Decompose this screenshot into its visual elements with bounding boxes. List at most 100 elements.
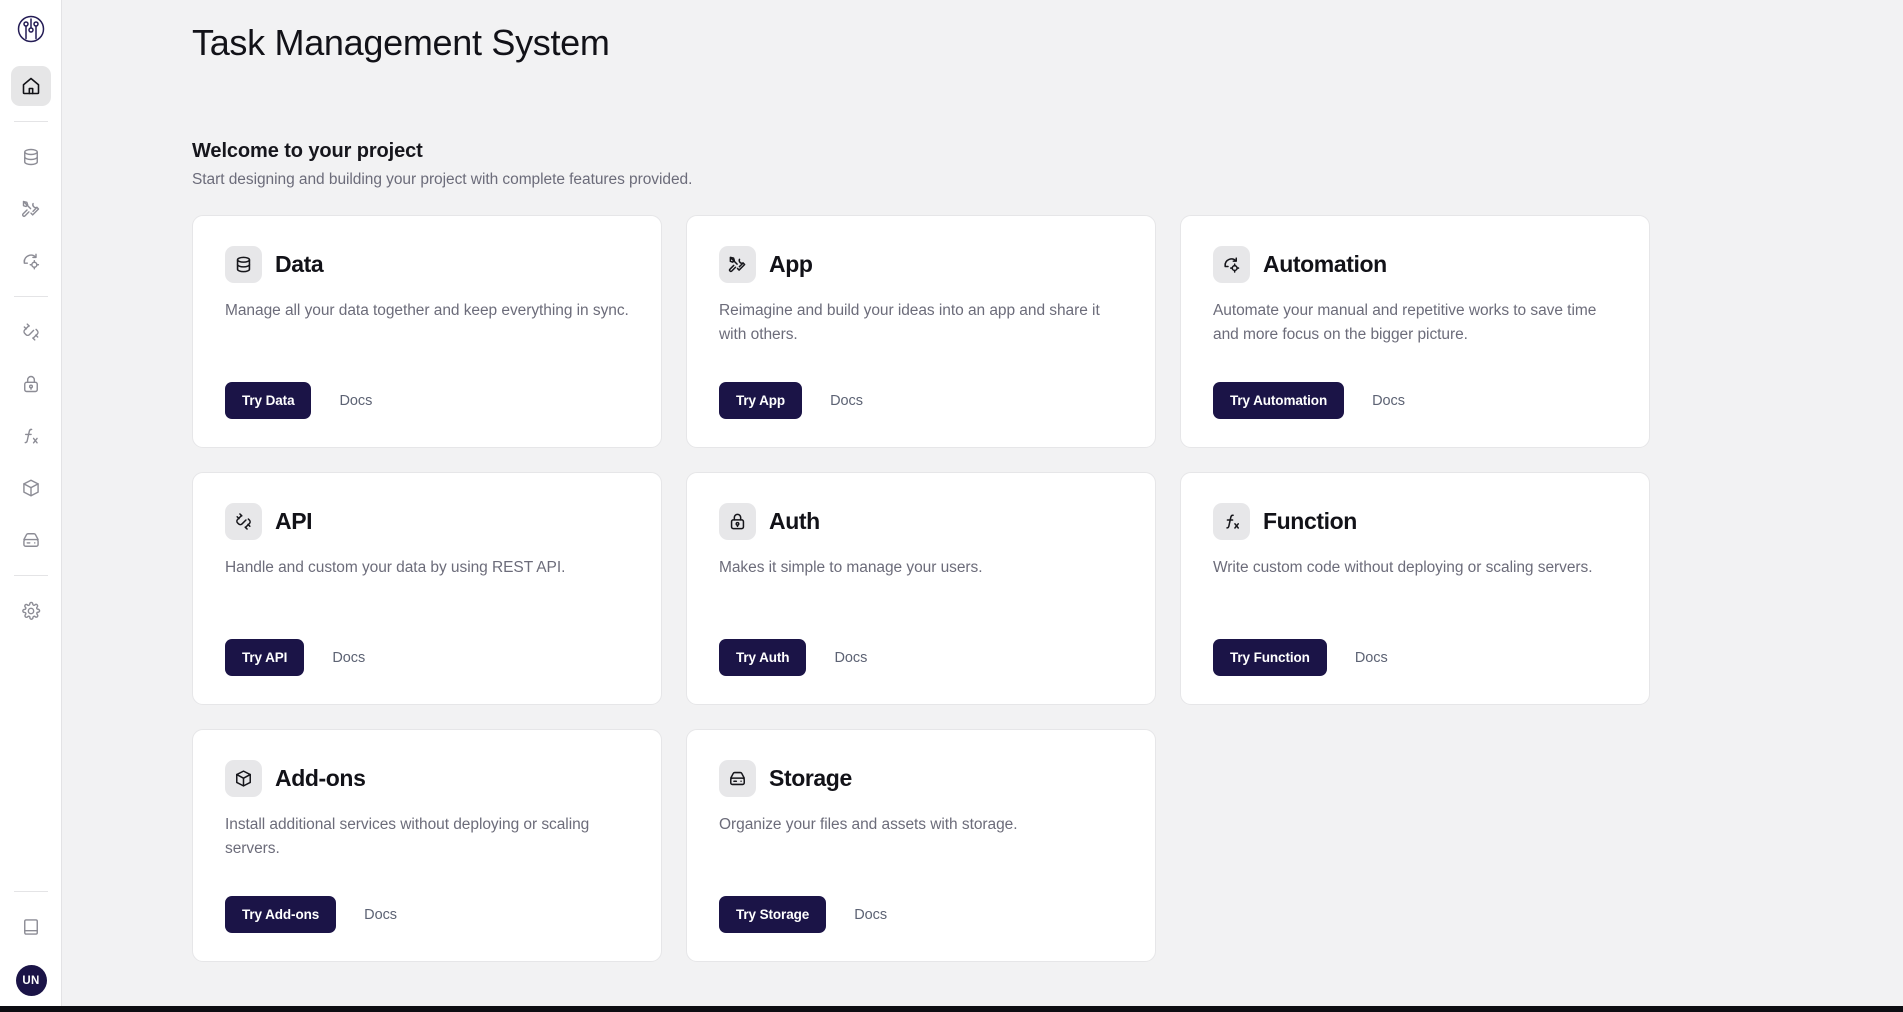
try-button[interactable]: Try Auth [719, 639, 807, 676]
docs-link[interactable]: Docs [339, 393, 372, 409]
card-title: Storage [769, 765, 852, 791]
feature-card: Auth Makes it simple to manage your user… [686, 472, 1156, 705]
try-button[interactable]: Try Function [1213, 639, 1327, 676]
card-actions: Try Add-ons Docs [225, 870, 629, 933]
docs-link[interactable]: Docs [854, 907, 887, 923]
avatar-initials: UN [22, 974, 40, 987]
sidebar-item-home[interactable] [10, 66, 51, 106]
sidebar-item-data[interactable] [11, 137, 51, 177]
box-icon [225, 760, 262, 797]
tools-icon [719, 246, 756, 283]
sidebar-item-settings[interactable] [11, 591, 51, 631]
card-header: Storage [719, 760, 1123, 797]
try-button[interactable]: Try App [719, 382, 803, 419]
drive-icon [21, 530, 41, 550]
card-actions: Try Storage Docs [719, 870, 1123, 933]
sidebar-item-storage[interactable] [11, 520, 51, 560]
try-button[interactable]: Try Add-ons [225, 896, 337, 933]
gear-icon [21, 601, 41, 621]
card-actions: Try Automation Docs [1213, 356, 1617, 419]
welcome-subtitle: Start designing and building your projec… [192, 171, 693, 188]
sidebar-item-docs[interactable] [11, 907, 51, 947]
function-icon [20, 426, 41, 447]
feature-card: Storage Organize your files and assets w… [686, 729, 1156, 962]
try-button[interactable]: Try API [225, 639, 305, 676]
docs-link[interactable]: Docs [332, 650, 365, 666]
card-title: Function [1263, 508, 1357, 534]
home-icon [21, 76, 41, 96]
sidebar-item-auth[interactable] [11, 364, 51, 404]
feature-card: Data Manage all your data together and k… [192, 215, 662, 448]
card-actions: Try API Docs [225, 613, 629, 676]
docs-link[interactable]: Docs [830, 393, 863, 409]
card-header: Automation [1213, 246, 1617, 283]
sidebar-item-function[interactable] [11, 416, 51, 456]
docs-link[interactable]: Docs [834, 650, 867, 666]
card-header: Data [225, 246, 629, 283]
main-area: Task Management System Welcome to your p… [62, 0, 1903, 1012]
sidebar-item-add-ons[interactable] [11, 468, 51, 508]
page-title: Task Management System [192, 22, 610, 63]
feature-card: Automation Automate your manual and repe… [1180, 215, 1650, 448]
try-button[interactable]: Try Storage [719, 896, 827, 933]
card-actions: Try Data Docs [225, 356, 629, 419]
sidebar-divider-4 [14, 891, 48, 892]
sidebar-item-api[interactable] [11, 312, 51, 352]
try-button[interactable]: Try Automation [1213, 382, 1345, 419]
card-description: Write custom code without deploying or s… [1213, 559, 1593, 576]
sidebar-item-app[interactable] [11, 189, 51, 229]
feature-card: Function Write custom code without deplo… [1180, 472, 1650, 705]
sidebar: UN [0, 0, 62, 1012]
sidebar-item-automation[interactable] [11, 241, 51, 281]
card-header: App [719, 246, 1123, 283]
book-icon [21, 917, 41, 937]
card-header: API [225, 503, 629, 540]
plug-icon [225, 503, 262, 540]
database-icon [21, 147, 41, 167]
content-wrapper: Welcome to your project Start designing … [192, 140, 1903, 962]
card-description: Handle and custom your data by using RES… [225, 559, 566, 576]
sidebar-divider-2 [13, 296, 48, 297]
card-description: Organize your files and assets with stor… [719, 816, 1018, 833]
card-description: Makes it simple to manage your users. [719, 559, 983, 576]
card-header: Add-ons [225, 760, 629, 797]
app-root: UN Task Management System Welcome to you… [0, 0, 1903, 1012]
automation-icon [21, 251, 41, 271]
card-header: Function [1213, 503, 1617, 540]
card-actions: Try Auth Docs [719, 613, 1123, 676]
window-bottom-strip [0, 1006, 1903, 1012]
welcome-heading: Welcome to your project [192, 140, 423, 162]
card-title: Add-ons [275, 765, 366, 791]
automation-icon [1213, 246, 1250, 283]
card-description: Reimagine and build your ideas into an a… [719, 302, 1100, 344]
feature-card: App Reimagine and build your ideas into … [686, 215, 1156, 448]
tools-icon [21, 199, 41, 219]
drive-icon [719, 760, 756, 797]
card-actions: Try Function Docs [1213, 613, 1617, 676]
feature-card: API Handle and custom your data by using… [192, 472, 662, 705]
try-button[interactable]: Try Data [225, 382, 312, 419]
circuit-logo[interactable] [14, 12, 48, 46]
card-title: API [275, 508, 313, 534]
card-title: App [769, 251, 813, 277]
database-icon [225, 246, 262, 283]
feature-card: Add-ons Install additional services with… [192, 729, 662, 962]
lock-icon [719, 503, 756, 540]
docs-link[interactable]: Docs [1372, 393, 1405, 409]
card-actions: Try App Docs [719, 356, 1123, 419]
card-title: Auth [769, 508, 820, 534]
docs-link[interactable]: Docs [1355, 650, 1388, 666]
docs-link[interactable]: Docs [364, 907, 397, 923]
function-icon [1213, 503, 1250, 540]
avatar[interactable]: UN [15, 965, 47, 996]
box-icon [21, 478, 41, 498]
plug-icon [21, 322, 41, 342]
card-title: Automation [1263, 251, 1387, 277]
card-header: Auth [719, 503, 1123, 540]
sidebar-divider-3 [13, 575, 48, 576]
card-description: Install additional services without depl… [225, 816, 590, 858]
sidebar-bottom: UN [0, 882, 62, 996]
card-description: Manage all your data together and keep e… [225, 302, 629, 319]
card-title: Data [275, 251, 324, 277]
sidebar-divider-1 [13, 121, 48, 122]
